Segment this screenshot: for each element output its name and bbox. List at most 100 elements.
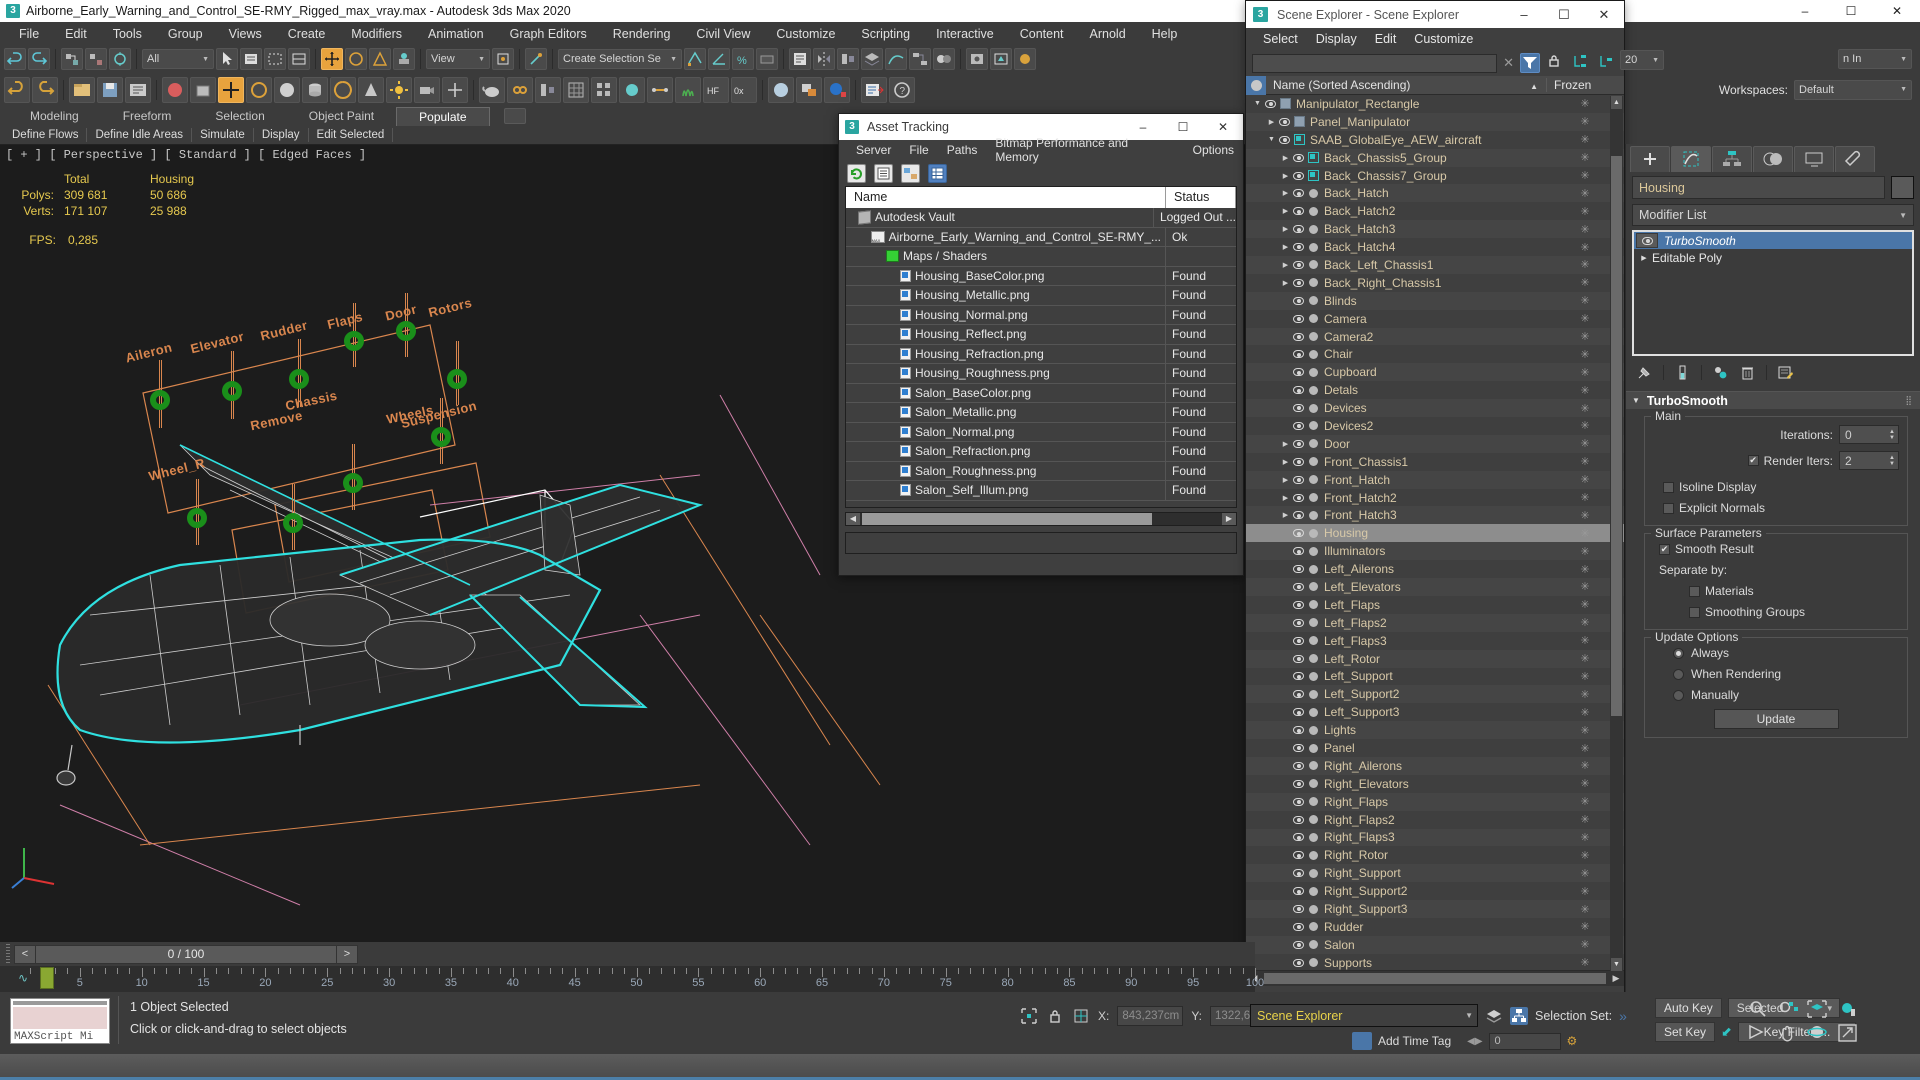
ribbon-button-define-idle-areas[interactable]: Define Idle Areas (87, 128, 193, 142)
select-object-button[interactable] (216, 48, 238, 70)
expander-icon[interactable]: ▶ (1280, 476, 1291, 484)
ribbon-options-icon[interactable] (503, 108, 526, 124)
make-unique-icon[interactable] (1712, 364, 1729, 381)
separate-by-materials-checkbox[interactable] (1689, 585, 1700, 597)
scene-node-row[interactable]: ▶ Back_Hatch ✳ (1246, 184, 1624, 203)
ribbon-tab-populate[interactable]: Populate (396, 106, 490, 126)
visibility-icon[interactable] (1291, 672, 1306, 681)
visibility-icon[interactable] (1291, 600, 1306, 609)
visibility-icon[interactable] (1291, 511, 1306, 520)
scene-explorer-horizontal-scrollbar[interactable]: ◀ ▶ (1246, 970, 1624, 986)
menu-item-graph-editors[interactable]: Graph Editors (497, 24, 600, 44)
redo-view-button[interactable] (32, 76, 58, 103)
menu-item-views[interactable]: Views (216, 24, 275, 44)
menu-item-customize[interactable]: Customize (763, 24, 848, 44)
light-button[interactable] (386, 76, 412, 103)
scene-node-row[interactable]: Cupboard ✳ (1246, 363, 1624, 382)
ribbon-button-display[interactable]: Display (254, 128, 309, 142)
render-settings-button[interactable] (125, 76, 151, 103)
scene-node-row[interactable]: Camera ✳ (1246, 310, 1624, 328)
select-by-name-button[interactable] (240, 48, 262, 70)
visibility-icon[interactable] (1291, 887, 1306, 896)
scene-node-row[interactable]: Right_Support3 ✳ (1246, 900, 1624, 918)
visibility-icon[interactable] (1291, 404, 1306, 413)
scene-explorer-minimize-button[interactable]: – (1504, 7, 1544, 23)
next-frame-button[interactable]: > (336, 944, 358, 964)
visibility-icon[interactable] (1291, 314, 1306, 323)
visibility-icon[interactable] (1291, 260, 1306, 269)
scene-converter-button[interactable] (861, 76, 887, 103)
maximize-viewport-icon[interactable] (1835, 1022, 1863, 1044)
set-key-mode-icon[interactable]: ⬋ (1721, 1024, 1732, 1040)
scene-node-row[interactable]: Left_Flaps3 ✳ (1246, 632, 1624, 650)
asset-menu-bitmap-performance-and-memory[interactable]: Bitmap Performance and Memory (986, 134, 1183, 166)
array-button[interactable] (591, 76, 617, 103)
menu-item-interactive[interactable]: Interactive (923, 24, 1007, 44)
visibility-icon[interactable] (1291, 708, 1306, 717)
mirror-button[interactable] (813, 48, 835, 70)
angle-snap-button[interactable] (708, 48, 730, 70)
visibility-icon[interactable] (1291, 744, 1306, 752)
move-tool-button[interactable] (218, 76, 244, 103)
asset-close-button[interactable]: ✕ (1203, 120, 1243, 134)
asset-row[interactable]: Maps / Shaders (846, 247, 1236, 267)
asset-row[interactable]: Salon_Normal.png Found (846, 422, 1236, 442)
camera-button[interactable] (414, 76, 440, 103)
scene-node-row[interactable]: ▼ Manipulator_Rectangle ✳ (1246, 95, 1624, 113)
tab-create[interactable] (1630, 146, 1670, 172)
visibility-icon[interactable] (1291, 815, 1306, 824)
lock-icon[interactable] (1546, 53, 1566, 73)
scroll-right-icon[interactable]: ▶ (1222, 513, 1236, 525)
expander-icon[interactable]: ▶ (1280, 458, 1291, 466)
tab-hierarchy[interactable] (1712, 146, 1752, 172)
snap-value-combo[interactable]: 20 ▼ (1620, 50, 1664, 70)
visibility-icon[interactable] (1291, 332, 1306, 341)
prev-next-key-icon[interactable]: ◀▶ (1467, 1036, 1482, 1047)
ribbon-tab-modeling[interactable]: Modeling (8, 107, 101, 125)
ribbon-tab-freeform[interactable]: Freeform (101, 107, 194, 125)
asset-row[interactable]: Housing_Metallic.png Found (846, 286, 1236, 306)
window-crossing-button[interactable] (288, 48, 310, 70)
asset-menu-server[interactable]: Server (847, 141, 900, 159)
minimize-button[interactable]: – (1782, 0, 1828, 22)
iterations-spinner[interactable]: 0 ▲ ▼ (1839, 425, 1899, 444)
edit-named-selection-sets-button[interactable] (789, 48, 811, 70)
scene-node-row[interactable]: ▶ Back_Right_Chassis1 ✳ (1246, 274, 1624, 292)
spinner-snap-button[interactable] (756, 48, 778, 70)
menu-item-help[interactable]: Help (1139, 24, 1191, 44)
asset-row[interactable]: Housing_Reflect.png Found (846, 325, 1236, 345)
scene-node-row[interactable]: Left_Ailerons ✳ (1246, 560, 1624, 578)
key-settings-icon[interactable]: ⚙ (1567, 1034, 1578, 1048)
separate-by-smoothing-groups-checkbox[interactable] (1689, 606, 1700, 618)
asset-menu-file[interactable]: File (900, 141, 937, 159)
track-bar-ruler[interactable]: 5 10 15 20 25 30 35 40 45 50 55 60 65 70 75 80 85 90 95 100 (18, 966, 1264, 992)
scene-node-row[interactable]: Housing ✳ (1246, 524, 1624, 543)
align-tool-button[interactable] (535, 76, 561, 103)
tab-modify[interactable] (1671, 146, 1711, 172)
absolute-relative-mode-icon[interactable] (1072, 1007, 1090, 1025)
scene-node-row[interactable]: Right_Elevators ✳ (1246, 775, 1624, 793)
menu-item-create[interactable]: Create (275, 24, 339, 44)
align-button[interactable] (837, 48, 859, 70)
asset-row[interactable]: Housing_Refraction.png Found (846, 344, 1236, 364)
visibility-icon[interactable] (1291, 368, 1306, 377)
visibility-icon[interactable] (1291, 278, 1306, 287)
visibility-icon[interactable] (1291, 582, 1306, 591)
cylinder-primitive-button[interactable] (302, 76, 328, 103)
asset-minimize-button[interactable]: – (1123, 120, 1163, 134)
scene-node-row[interactable]: Devices2 ✳ (1246, 417, 1624, 435)
time-slider[interactable]: < 0 / 100 > (0, 942, 1255, 966)
object-color-swatch[interactable] (1891, 176, 1914, 199)
scrollbar-thumb[interactable] (862, 513, 1152, 525)
visibility-icon[interactable] (1291, 905, 1306, 914)
turbosmooth-rollout-header[interactable]: ▼ TurboSmooth ⣿ (1626, 391, 1920, 409)
open-file-button[interactable] (69, 76, 95, 103)
select-all-toggle[interactable] (1246, 75, 1266, 95)
unlink-button[interactable] (85, 48, 107, 70)
visibility-icon[interactable] (1291, 493, 1306, 502)
visibility-icon[interactable] (1291, 779, 1306, 788)
hair-farm-button[interactable]: HF (703, 76, 729, 103)
visibility-icon[interactable] (1291, 726, 1306, 735)
update-when-rendering-radio[interactable] (1673, 668, 1684, 680)
set-key-button[interactable]: Set Key (1655, 1022, 1716, 1042)
